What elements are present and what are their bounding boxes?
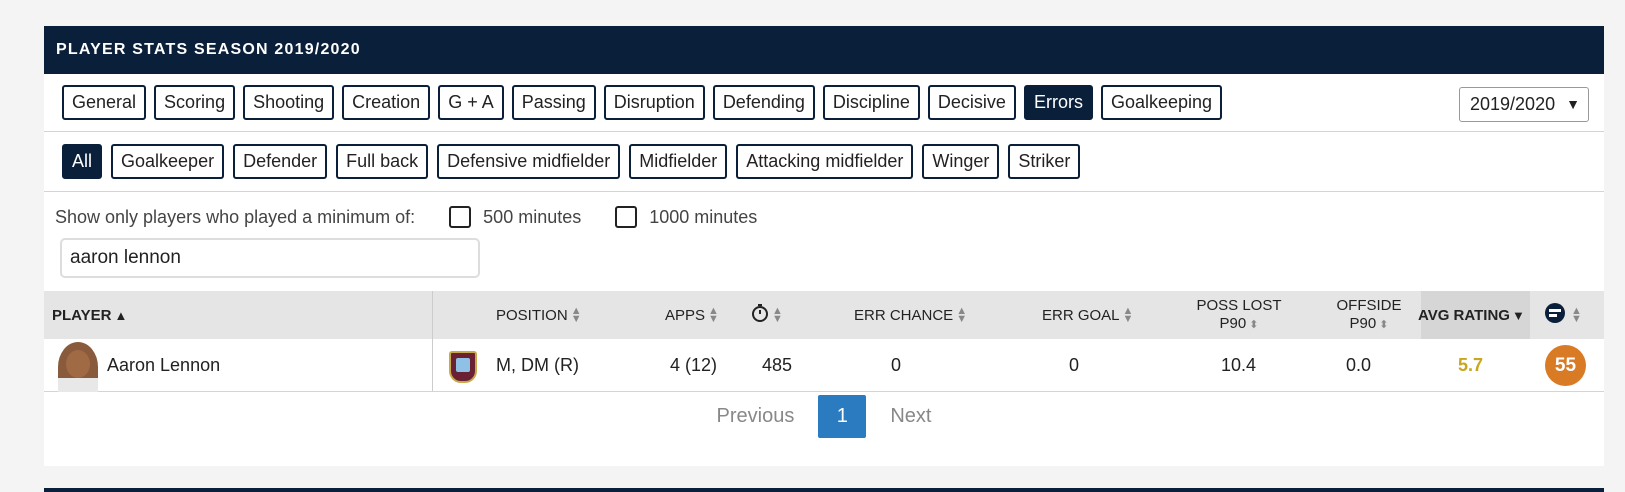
position-tab-goalkeeper[interactable]: Goalkeeper	[111, 144, 225, 179]
sort-icon: ⬍	[1249, 318, 1259, 331]
season-select[interactable]: 2019/2020 ▼	[1459, 87, 1589, 122]
position-tab-defensive-midfielder[interactable]: Defensive midfielder	[437, 144, 621, 179]
table-header: PLAYER ▲ POSITION ▲ ▼ APPS ▲ ▼ ▲ ▼ ERR CHANCE ▲…	[44, 291, 1604, 339]
col-player[interactable]: PLAYER ▲	[52, 291, 127, 339]
player-offside: 0.0	[1346, 355, 1372, 375]
tab-errors[interactable]: Errors	[1023, 85, 1093, 120]
stat-tabs: General Scoring Shooting Creation G + A …	[62, 85, 1223, 120]
col-position[interactable]: POSITION ▲ ▼	[496, 291, 582, 339]
sort-desc-icon: ▼	[1511, 307, 1525, 323]
sort-icon: ▲ ▼	[772, 305, 783, 325]
sort-icon: ▲ ▼	[1571, 305, 1582, 325]
next-section-top-edge	[44, 488, 1604, 492]
player-search-input[interactable]	[60, 238, 480, 278]
previous-page-button[interactable]: Previous	[717, 405, 795, 428]
table-row[interactable]: Aaron Lennon M, DM (R) 4 (12) 485 0 0 10…	[44, 339, 1604, 392]
col-avg-rating[interactable]: AVG RATING ▼	[1418, 291, 1525, 339]
checkbox-1000-label: 1000 minutes	[649, 206, 758, 227]
player-apps: 4 (12)	[670, 355, 718, 375]
sort-icon: ▲ ▼	[570, 305, 582, 325]
col-poss-lost[interactable]: POSS LOST P90 ⬍	[1194, 291, 1284, 339]
position-tabs: All Goalkeeper Defender Full back Defens…	[62, 144, 1081, 179]
position-tab-winger[interactable]: Winger	[922, 144, 1000, 179]
col-apps[interactable]: APPS ▲ ▼	[665, 291, 719, 339]
season-select-value: 2019/2020	[1470, 94, 1556, 114]
player-avg-rating: 5.7	[1458, 355, 1484, 375]
tab-decisive[interactable]: Decisive	[927, 85, 1016, 120]
position-tab-full-back[interactable]: Full back	[336, 144, 429, 179]
col-err-goal[interactable]: ERR GOAL ▲ ▼	[1042, 291, 1133, 339]
tab-creation[interactable]: Creation	[342, 85, 431, 120]
col-score[interactable]: ▲ ▼	[1544, 291, 1582, 339]
tab-passing[interactable]: Passing	[511, 85, 596, 120]
chevron-down-icon: ▼	[1566, 96, 1580, 112]
tab-disruption[interactable]: Disruption	[603, 85, 705, 120]
position-tab-attacking-midfielder[interactable]: Attacking midfielder	[736, 144, 914, 179]
position-tab-striker[interactable]: Striker	[1008, 144, 1081, 179]
score-logo-icon	[1544, 302, 1568, 328]
player-name[interactable]: Aaron Lennon	[107, 339, 220, 392]
next-page-button[interactable]: Next	[890, 405, 931, 428]
burnley-crest-icon	[449, 351, 477, 383]
col-minutes[interactable]: ▲ ▼	[751, 291, 783, 339]
player-stats-card: PLAYER STATS SEASON 2019/2020 General Sc…	[44, 26, 1604, 466]
sort-icon: ⬍	[1379, 318, 1389, 331]
tab-goalkeeping[interactable]: Goalkeeping	[1100, 85, 1223, 120]
minutes-filter-label: Show only players who played a minimum o…	[55, 206, 416, 227]
player-err-chance: 0	[891, 355, 902, 375]
sort-icon: ▲ ▼	[708, 305, 719, 325]
checkbox-500-label: 500 minutes	[483, 206, 582, 227]
player-poss-lost: 10.4	[1221, 355, 1257, 375]
player-err-goal: 0	[1069, 355, 1080, 375]
col-offside[interactable]: OFFSIDE P90 ⬍	[1334, 291, 1404, 339]
sort-asc-icon: ▲	[114, 307, 128, 323]
checkbox-1000-minutes[interactable]: 1000 minutes	[615, 206, 757, 228]
page-title: PLAYER STATS SEASON 2019/2020	[44, 26, 1604, 74]
position-tab-midfielder[interactable]: Midfielder	[629, 144, 728, 179]
player-minutes: 485	[762, 355, 793, 375]
position-tab-all[interactable]: All	[62, 144, 103, 179]
page-title-text: PLAYER STATS SEASON 2019/2020	[56, 41, 361, 58]
tab-g-plus-a[interactable]: G + A	[438, 85, 504, 120]
pagination: Previous 1 Next	[44, 394, 1604, 438]
player-avatar	[58, 342, 98, 392]
tab-general[interactable]: General	[62, 85, 147, 120]
checkbox-500-minutes[interactable]: 500 minutes	[449, 206, 581, 228]
checkbox-500-box[interactable]	[449, 206, 472, 228]
tab-scoring[interactable]: Scoring	[154, 85, 236, 120]
checkbox-1000-box[interactable]	[615, 206, 638, 228]
player-score-badge: 55	[1545, 345, 1586, 386]
tab-shooting[interactable]: Shooting	[243, 85, 335, 120]
tab-discipline[interactable]: Discipline	[822, 85, 920, 120]
sort-icon: ▲ ▼	[956, 305, 968, 325]
minutes-filter: Show only players who played a minimum o…	[55, 206, 757, 228]
stopwatch-icon	[751, 303, 769, 327]
position-tab-defender[interactable]: Defender	[233, 144, 328, 179]
col-err-chance[interactable]: ERR CHANCE ▲ ▼	[854, 291, 967, 339]
tab-defending[interactable]: Defending	[712, 85, 815, 120]
stat-category-bar: General Scoring Shooting Creation G + A …	[44, 74, 1604, 132]
page-1-button[interactable]: 1	[818, 394, 867, 438]
player-position: M, DM (R)	[496, 355, 579, 375]
sort-icon: ▲ ▼	[1122, 305, 1134, 325]
position-filter-bar: All Goalkeeper Defender Full back Defens…	[44, 132, 1604, 192]
